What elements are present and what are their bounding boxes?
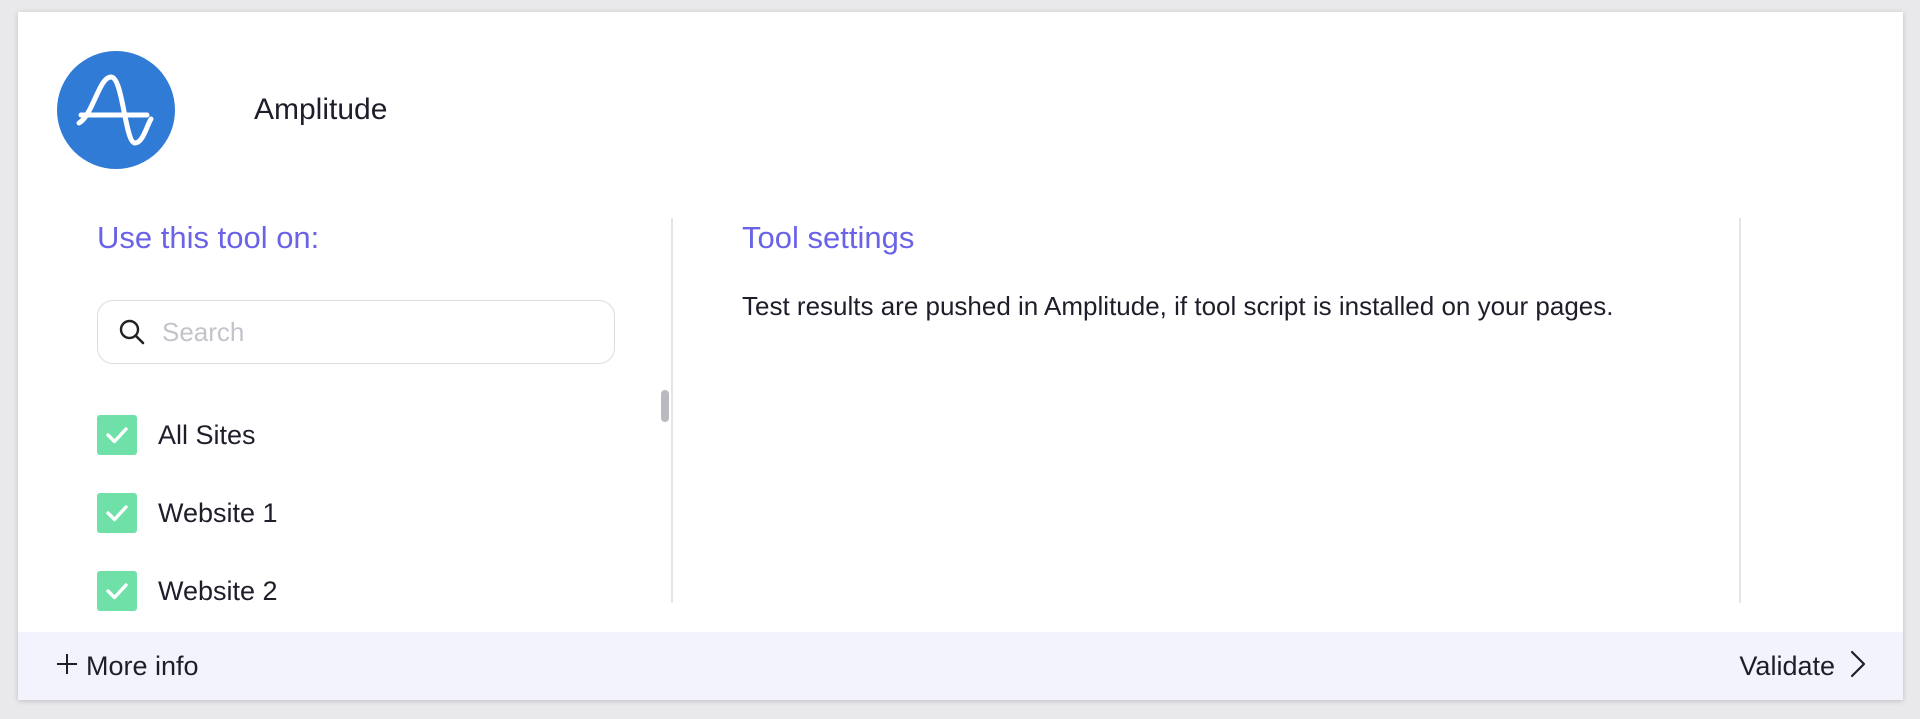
column-divider (671, 218, 673, 603)
validate-button[interactable]: Validate (1739, 649, 1867, 684)
tool-name: Amplitude (254, 93, 388, 126)
plus-icon (54, 651, 80, 682)
column-divider (1739, 218, 1741, 603)
search-input[interactable] (160, 315, 584, 349)
use-tool-on-heading: Use this tool on: (97, 220, 320, 255)
site-label: Website 1 (158, 497, 278, 528)
chevron-right-icon (1849, 649, 1867, 684)
search-icon (116, 316, 148, 348)
tool-settings-panel: Tool settings Test results are pushed in… (742, 218, 1742, 324)
checkbox-checked-icon[interactable] (97, 493, 137, 533)
tool-card: Amplitude Use this tool on: All Sites (18, 12, 1903, 700)
site-label: All Sites (158, 419, 256, 450)
checkbox-checked-icon[interactable] (97, 571, 137, 611)
site-list-scrollbar[interactable] (661, 390, 669, 422)
site-item-all-sites[interactable]: All Sites (97, 396, 657, 474)
checkbox-checked-icon[interactable] (97, 415, 137, 455)
card-header: Amplitude (18, 12, 1903, 192)
site-list: All Sites Website 1 Website 2 (97, 396, 657, 630)
more-info-button[interactable]: More info (54, 651, 199, 682)
site-label: Website 2 (158, 575, 278, 606)
card-footer: More info Validate (18, 632, 1903, 700)
search-box[interactable] (97, 300, 615, 364)
amplitude-logo-icon (57, 51, 175, 169)
validate-label: Validate (1739, 650, 1835, 681)
site-item-website-1[interactable]: Website 1 (97, 474, 657, 552)
tool-settings-heading: Tool settings (742, 220, 915, 255)
tool-settings-description: Test results are pushed in Amplitude, if… (742, 291, 1614, 321)
site-item-website-2[interactable]: Website 2 (97, 552, 657, 630)
more-info-label: More info (86, 650, 199, 681)
target-sites-panel: Use this tool on: All Sites (97, 218, 677, 611)
